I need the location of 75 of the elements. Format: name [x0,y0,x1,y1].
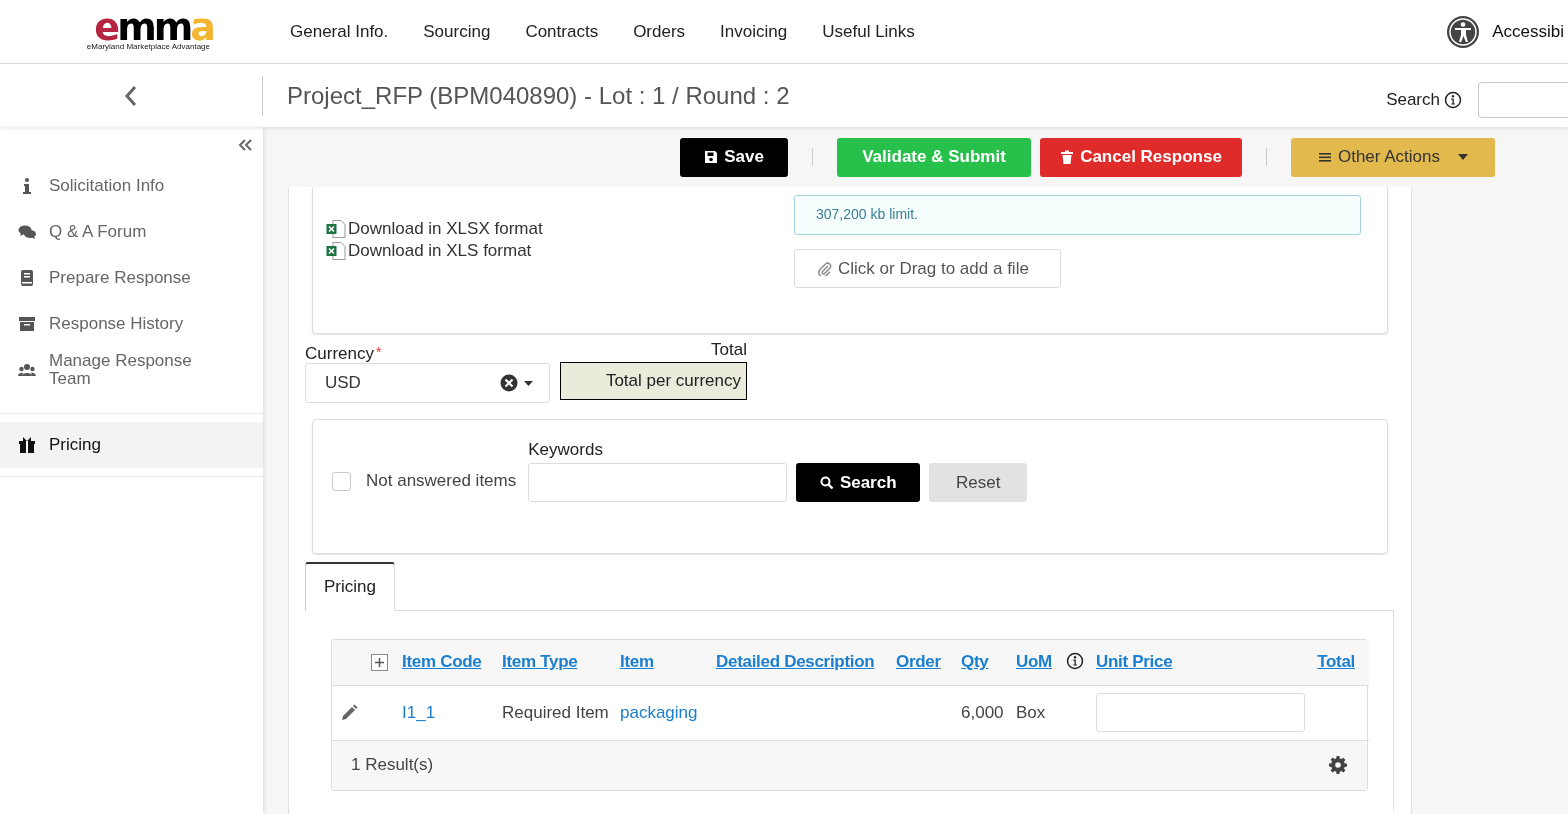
sidebar-item[interactable]: Response History [0,301,263,347]
clear-icon [500,374,518,392]
accessibility-link[interactable]: Accessibi [1492,21,1564,42]
info-icon [1065,652,1084,671]
sidebar-icon [18,269,36,287]
nav-link[interactable]: General Info. [290,21,389,42]
column-header[interactable]: Qty [961,652,989,672]
save-button[interactable]: Save [680,137,788,177]
keywords-label: Keywords [528,440,604,460]
caret-icon [524,380,533,386]
sidebar-item[interactable]: Prepare Response [0,255,263,301]
cancel-button[interactable]: Cancel Response [1040,137,1242,177]
item-code-link[interactable]: I1_1 [402,702,436,722]
logo[interactable]: emma eMaryland Marketplace Advantage [63,12,213,51]
collapse-icon [238,139,252,151]
sidebar-icon [18,361,36,379]
total-field: Total per currency [560,362,747,400]
checkbox-label: Not answered items [366,471,517,491]
settings-icon [1329,756,1347,774]
checkbox[interactable] [332,471,351,491]
nav-link[interactable]: Invoicing [720,21,788,42]
nav-link[interactable]: Orders [633,21,686,42]
required-mark: * [375,344,382,360]
column-header[interactable]: Unit Price [1096,652,1173,672]
reset-button[interactable]: Reset [929,463,1028,502]
nav-link[interactable]: Sourcing [423,21,491,42]
other-actions-button[interactable]: Other Actions [1291,137,1495,177]
accessibility-icon [1446,14,1481,49]
back-icon [124,84,138,107]
search-label: Search [1386,89,1440,110]
keywords-field[interactable] [528,463,788,502]
currency-select[interactable]: USD [305,363,550,403]
column-header[interactable]: Detailed Description [716,652,875,672]
nav-link[interactable]: Useful Links [822,21,915,42]
sidebar-item[interactable]: Solicitation Info [0,163,263,209]
column-header[interactable]: UoM [1016,652,1052,672]
item-link[interactable]: packaging [620,702,698,722]
caret-icon [1458,154,1469,160]
spreadsheet-icon [326,242,346,260]
total-label: Total [711,340,747,360]
paperclip-icon [818,261,832,276]
column-header[interactable]: Order [896,652,941,672]
expand-icon [371,653,388,671]
download-link[interactable]: Download in XLS format [326,241,794,261]
info-icon [1444,90,1462,109]
search-icon [819,475,834,490]
table-cell: Box [1016,702,1046,722]
add-file-button[interactable]: Click or Drag to add a file [794,249,1061,288]
search-field[interactable] [1478,81,1568,118]
menu-icon [1317,150,1332,164]
tab[interactable]: Pricing [305,562,395,611]
column-header[interactable]: Item Code [402,652,482,672]
download-link[interactable]: Download in XLSX format [326,219,794,239]
sidebar-icon [18,223,36,241]
column-header[interactable]: Item [620,652,654,672]
sidebar-item[interactable]: Manage Response Team [0,347,263,393]
currency-label: Currency [305,344,374,364]
column-header[interactable]: Total [1317,652,1355,672]
save-icon [704,150,719,164]
trash-icon [1060,150,1075,164]
table-cell: 6,000 [961,702,1004,722]
search-button[interactable]: Search [796,463,921,502]
unit-price-field[interactable] [1096,693,1305,732]
sidebar-icon [18,315,36,333]
pencil-icon [340,703,358,722]
table-cell: Required Item [502,702,609,722]
sidebar-item[interactable]: Q & A Forum [0,209,263,255]
column-header[interactable]: Item Type [502,652,578,672]
sidebar-item[interactable]: Pricing [0,422,263,468]
page-title: Project_RFP (BPM040890) - Lot : 1 / Round : 2 [287,81,790,110]
sidebar-icon [18,436,36,454]
result-count: 1 Result(s) [351,755,434,775]
upload-limit-note: 307,200 kb limit. [794,195,1361,235]
nav-link[interactable]: Contracts [525,21,599,42]
spreadsheet-icon [326,220,346,238]
